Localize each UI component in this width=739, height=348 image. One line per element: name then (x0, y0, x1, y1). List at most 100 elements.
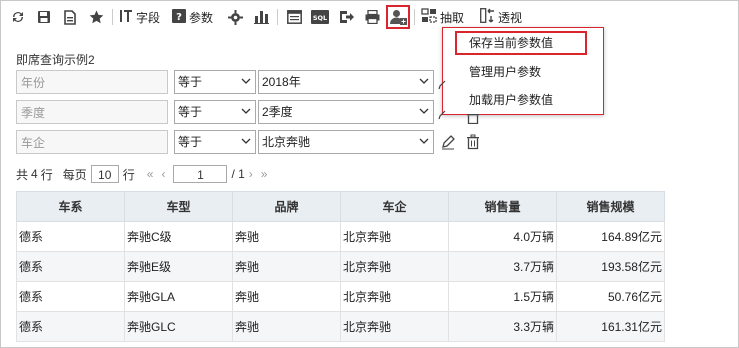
table-cell: 奔驰 (232, 311, 341, 342)
table-cell: 161.31亿元 (556, 311, 665, 342)
table-row: 德系 奔驰C级 奔驰 北京奔驰 4.0万辆 164.89亿元 (16, 221, 665, 252)
extract-label: 抽取 (440, 10, 465, 25)
sql-icon[interactable]: SQL (310, 7, 330, 27)
svg-text:SQL: SQL (313, 14, 327, 22)
chevron-down-icon (241, 78, 251, 84)
table-cell: 3.7万辆 (448, 251, 557, 282)
toolbar: 字段 ? 参数 SQL 抽取 透视 (8, 5, 528, 29)
toolbar-divider (414, 9, 416, 25)
table-row: 德系 奔驰GLC 奔驰 北京奔驰 3.3万辆 161.31亿元 (16, 311, 665, 342)
toolbar-divider (277, 9, 279, 25)
table-cell: 3.3万辆 (448, 311, 557, 342)
operator-select[interactable]: 等于 (174, 100, 256, 124)
print-icon[interactable] (362, 7, 382, 27)
table-row: 德系 奔驰GLA 奔驰 北京奔驰 1.5万辆 50.76亿元 (16, 281, 665, 312)
pivot-label: 透视 (498, 10, 523, 25)
bar-chart-icon[interactable] (251, 7, 271, 27)
table-cell: 德系 (16, 221, 125, 252)
table-cell: 德系 (16, 251, 125, 282)
total-prefix: 共 (16, 167, 29, 182)
user-param-menu: 保存当前参数值 管理用户参数 加载用户参数值 (442, 27, 604, 115)
total-suffix: 行 (40, 167, 53, 182)
operator-value: 等于 (178, 105, 203, 119)
trash-delete-icon[interactable] (466, 134, 480, 150)
chevron-down-icon (419, 138, 429, 144)
table-cell: 奔驰E级 (124, 251, 233, 282)
table-cell: 奔驰C级 (124, 221, 233, 252)
table-cell: 4.0万辆 (448, 221, 557, 252)
extract-icon (421, 8, 437, 26)
prev-page-icon[interactable]: ‹ (161, 167, 165, 181)
extract-button[interactable]: 抽取 (421, 7, 464, 27)
table-cell: 北京奔驰 (340, 221, 449, 252)
next-page-icon[interactable]: › (249, 167, 253, 181)
settings-gear-icon[interactable] (225, 7, 245, 27)
rows-unit: 行 (122, 167, 135, 182)
first-page-icon[interactable]: « (147, 167, 154, 181)
table-cell: 奔驰 (232, 221, 341, 252)
column-header[interactable]: 销售量 (448, 191, 557, 222)
toolbar-divider (112, 9, 113, 25)
chevron-down-icon (419, 108, 429, 114)
param-value: 2季度 (262, 105, 293, 119)
param-label: 参数 (189, 10, 214, 25)
pivot-button[interactable]: 透视 (480, 7, 522, 27)
export-icon[interactable] (336, 7, 356, 27)
menu-item-save-current-params[interactable]: 保存当前参数值 (455, 31, 587, 55)
value-select[interactable]: 2018年 (258, 70, 434, 94)
operator-select[interactable]: 等于 (174, 130, 256, 154)
column-header[interactable]: 品牌 (232, 191, 341, 222)
table-cell: 50.76亿元 (556, 281, 665, 312)
operator-select[interactable]: 等于 (174, 70, 256, 94)
svg-text:?: ? (176, 12, 182, 23)
operator-value: 等于 (178, 135, 203, 149)
pager: 共 4 行 每页 10 行 « ‹ 1 / 1 › » (16, 164, 271, 184)
table-cell: 北京奔驰 (340, 281, 449, 312)
pencil-edit-icon[interactable] (438, 110, 448, 120)
pencil-edit-icon[interactable] (440, 134, 456, 150)
refresh-icon[interactable] (8, 7, 28, 27)
table-cell: 164.89亿元 (556, 221, 665, 252)
chevron-down-icon (241, 108, 251, 114)
data-table: 车系 车型 品牌 车企 销售量 销售规模 德系 奔驰C级 奔驰 北京奔驰 4.0… (16, 191, 665, 342)
param-value: 北京奔驰 (262, 135, 311, 149)
column-header[interactable]: 车系 (16, 191, 125, 222)
column-header[interactable]: 车企 (340, 191, 449, 222)
menu-item-load-user-params[interactable]: 加载用户参数值 (443, 88, 603, 112)
last-page-icon[interactable]: » (261, 167, 268, 181)
page-number-input[interactable]: 1 (173, 165, 228, 183)
per-page-input[interactable]: 10 (90, 165, 119, 183)
pencil-edit-icon[interactable] (438, 80, 448, 90)
param-icon: ? (172, 8, 187, 26)
table-cell: 奔驰GLC (124, 311, 233, 342)
table-cell: 北京奔驰 (340, 251, 449, 282)
total-rows: 4 (31, 167, 38, 181)
table-row: 德系 奔驰E级 奔驰 北京奔驰 3.7万辆 193.58亿元 (16, 251, 665, 282)
param-button[interactable]: ? 参数 (172, 7, 213, 27)
value-select[interactable]: 北京奔驰 (258, 130, 434, 154)
value-select[interactable]: 2季度 (258, 100, 434, 124)
field-label: 字段 (136, 10, 161, 25)
layout-table-icon[interactable] (284, 7, 304, 27)
field-icon (119, 9, 133, 26)
favorite-star-icon[interactable] (86, 7, 106, 27)
table-cell: 北京奔驰 (340, 311, 449, 342)
table-header-row: 车系 车型 品牌 车企 销售量 销售规模 (16, 191, 665, 222)
field-button[interactable]: 字段 (119, 7, 160, 27)
save-icon[interactable] (34, 7, 54, 27)
save-as-icon[interactable] (60, 7, 80, 27)
trash-delete-icon[interactable] (466, 114, 480, 124)
table-cell: 奔驰GLA (124, 281, 233, 312)
table-cell: 1.5万辆 (448, 281, 557, 312)
table-cell: 德系 (16, 281, 125, 312)
column-header[interactable]: 销售规模 (556, 191, 665, 222)
table-cell: 德系 (16, 311, 125, 342)
column-header[interactable]: 车型 (124, 191, 233, 222)
chevron-down-icon (241, 138, 251, 144)
chevron-down-icon (419, 78, 429, 84)
menu-item-manage-user-params[interactable]: 管理用户参数 (443, 60, 603, 84)
param-name: 年份 (16, 70, 168, 94)
user-param-icon[interactable] (386, 5, 411, 29)
table-cell: 193.58亿元 (556, 251, 665, 282)
param-name: 车企 (16, 130, 168, 154)
